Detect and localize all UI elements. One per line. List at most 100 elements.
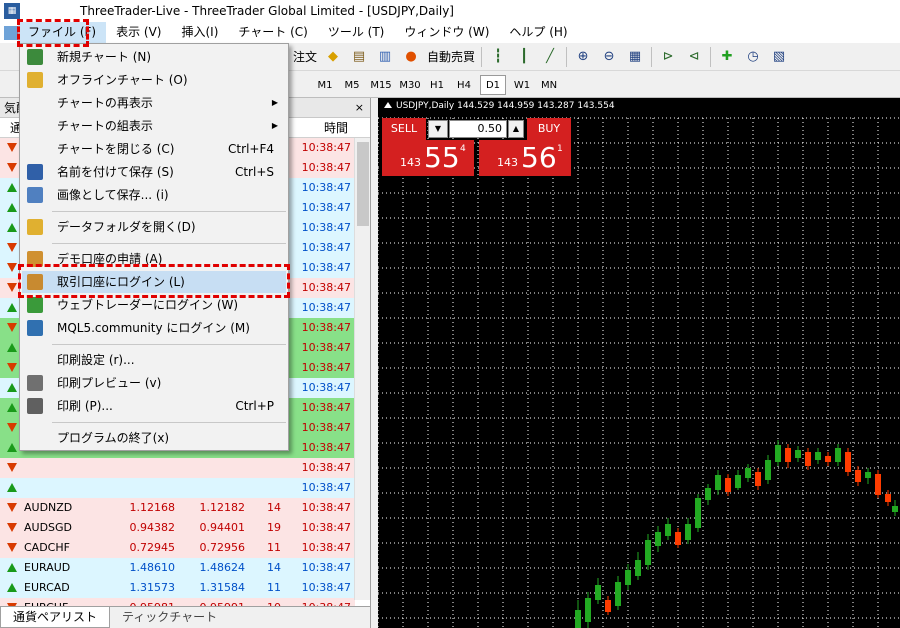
file-menu: 新規チャート (N) オフラインチャート (O) チャートの再表示 ▶ チャートの組表示…: [19, 43, 289, 451]
volume-input[interactable]: 0.50: [449, 120, 507, 138]
file-menu-item[interactable]: MQL5.community にログイン (M): [22, 317, 286, 339]
file-menu-item[interactable]: 印刷プレビュー (v): [22, 372, 286, 394]
file-menu-item-label: MQL5.community にログイン (M): [57, 321, 250, 335]
toolbar-separator: [566, 46, 568, 67]
buy-button[interactable]: BUY: [527, 118, 571, 140]
file-menu-item[interactable]: プログラムの終了(x): [22, 427, 286, 449]
chart-shift-icon[interactable]: ⊲: [683, 46, 705, 68]
arrow-down-icon: [7, 543, 17, 552]
market-watch-row[interactable]: CADCHF 0.72945 0.72956 11 10:38:47: [0, 538, 355, 558]
timeframe-w1[interactable]: W1: [509, 75, 535, 95]
market-watch-row[interactable]: EURAUD 1.48610 1.48624 14 10:38:47: [0, 558, 355, 578]
volume-up-icon[interactable]: ▲: [508, 120, 524, 138]
file-menu-item-label: 印刷プレビュー (v): [57, 376, 162, 390]
column-time[interactable]: 時間: [324, 118, 348, 138]
title-bar: ▦ ThreeTrader-Live - ThreeTrader Global …: [0, 0, 900, 22]
timeframe-m30[interactable]: M30: [396, 75, 424, 95]
timeframe-mn[interactable]: MN: [537, 75, 561, 95]
autotrade-icon[interactable]: ●: [400, 46, 422, 68]
market-icon[interactable]: ▤: [348, 46, 370, 68]
cell-ask: 1.31584: [199, 581, 246, 594]
cell-time: 10:38:47: [301, 301, 351, 314]
candle-body: [675, 532, 681, 545]
file-menu-item[interactable]: データフォルダを開く(D): [22, 216, 286, 238]
templates-icon[interactable]: ▧: [768, 46, 790, 68]
zoom-in-icon[interactable]: ⊕: [572, 46, 594, 68]
market-watch-row[interactable]: 10:38:47: [0, 478, 355, 498]
file-menu-item[interactable]: チャートの再表示 ▶: [22, 92, 286, 114]
bar-chart-icon[interactable]: ┇: [487, 46, 509, 68]
timeframe-h4[interactable]: H4: [452, 75, 476, 95]
print-preview-icon: [27, 375, 43, 391]
autotrade-button[interactable]: 自動売買: [427, 48, 475, 65]
timeframe-m1[interactable]: M1: [313, 75, 337, 95]
file-menu-item[interactable]: チャートを閉じる (C) Ctrl+F4: [22, 138, 286, 160]
tab-symbols[interactable]: 通貨ペアリスト: [0, 607, 111, 628]
file-menu-item[interactable]: チャートの組表示 ▶: [22, 115, 286, 137]
arrow-down-icon: [7, 263, 17, 272]
market-watch-row[interactable]: AUDNZD 1.12168 1.12182 14 10:38:47: [0, 498, 355, 518]
market-watch-row[interactable]: AUDSGD 0.94382 0.94401 19 10:38:47: [0, 518, 355, 538]
candle-body: [805, 452, 811, 466]
file-menu-item[interactable]: 印刷 (P)... Ctrl+P: [22, 395, 286, 417]
menu-chart[interactable]: チャート (C): [228, 22, 317, 43]
tag-icon[interactable]: ◆: [322, 46, 344, 68]
menu-insert[interactable]: 挿入(I): [171, 22, 228, 43]
timeframe-d1[interactable]: D1: [480, 75, 506, 95]
arrow-down-icon: [7, 423, 17, 432]
file-menu-item[interactable]: 画像として保存... (i): [22, 184, 286, 206]
timeframe-m15[interactable]: M15: [367, 75, 395, 95]
timeframe-m5[interactable]: M5: [340, 75, 364, 95]
scrollbar-thumb[interactable]: [357, 142, 369, 226]
candle-body: [615, 582, 621, 606]
menu-view[interactable]: 表示 (V): [106, 22, 171, 43]
market-watch-row[interactable]: EURCAD 1.31573 1.31584 11 10:38:47: [0, 578, 355, 598]
auto-scroll-icon[interactable]: ⊳: [657, 46, 679, 68]
file-menu-item-label: データフォルダを開く(D): [57, 220, 196, 234]
file-menu-item[interactable]: 新規チャート (N): [22, 46, 286, 68]
arrow-down-icon: [7, 463, 17, 472]
cell-symbol: EURCAD: [24, 581, 70, 594]
cell-time: 10:38:47: [301, 581, 351, 594]
market-watch-row[interactable]: 10:38:47: [0, 458, 355, 478]
cell-time: 10:38:47: [301, 261, 351, 274]
close-icon[interactable]: ×: [355, 98, 364, 118]
tile-windows-icon[interactable]: ▦: [624, 46, 646, 68]
file-menu-item[interactable]: 印刷設定 (r)...: [22, 349, 286, 371]
chart-window[interactable]: USDJPY,Daily 144.529 144.959 143.287 143…: [378, 98, 900, 628]
volume-down-icon[interactable]: ▼: [428, 120, 448, 138]
signals-icon[interactable]: ▥: [374, 46, 396, 68]
menu-tools[interactable]: ツール (T): [318, 22, 395, 43]
menu-help[interactable]: ヘルプ (H): [499, 22, 577, 43]
periods-icon[interactable]: ◷: [742, 46, 764, 68]
tab-tick-chart[interactable]: ティックチャート: [110, 607, 229, 628]
sell-price[interactable]: 143 55 4: [382, 140, 474, 176]
menu-window[interactable]: ウィンドウ (W): [394, 22, 499, 43]
line-chart-icon[interactable]: ╱: [539, 46, 561, 68]
new-order-button[interactable]: 注文: [293, 48, 317, 65]
system-menu-icon[interactable]: [4, 25, 18, 40]
arrow-up-icon: [7, 223, 17, 232]
cell-symbol: CADCHF: [24, 541, 70, 554]
submenu-arrow-icon: ▶: [271, 121, 278, 130]
file-menu-item[interactable]: オフラインチャート (O): [22, 69, 286, 91]
cell-bid: 1.31573: [129, 581, 176, 594]
timeframe-h1[interactable]: H1: [425, 75, 449, 95]
arrow-up-icon: [7, 383, 17, 392]
menu-bar: ファイル (F) 表示 (V) 挿入(I) チャート (C) ツール (T) ウ…: [0, 22, 900, 43]
candle-chart-icon[interactable]: ┃: [513, 46, 535, 68]
market-watch-scrollbar[interactable]: [354, 138, 370, 600]
cell-time: 10:38:47: [301, 321, 351, 334]
file-menu-item-label: 名前を付けて保存 (S): [57, 165, 174, 179]
toolbar-separator: [481, 46, 483, 67]
cell-time: 10:38:47: [301, 461, 351, 474]
arrow-down-icon: [7, 163, 17, 172]
indicators-icon[interactable]: ✚: [716, 46, 738, 68]
sell-button[interactable]: SELL: [382, 118, 426, 140]
file-menu-item[interactable]: 名前を付けて保存 (S) Ctrl+S: [22, 161, 286, 183]
candle-body: [892, 506, 898, 512]
arrow-up-icon: [7, 563, 17, 572]
cell-time: 10:38:47: [301, 141, 351, 154]
zoom-out-icon[interactable]: ⊖: [598, 46, 620, 68]
buy-price[interactable]: 143 56 1: [479, 140, 571, 176]
